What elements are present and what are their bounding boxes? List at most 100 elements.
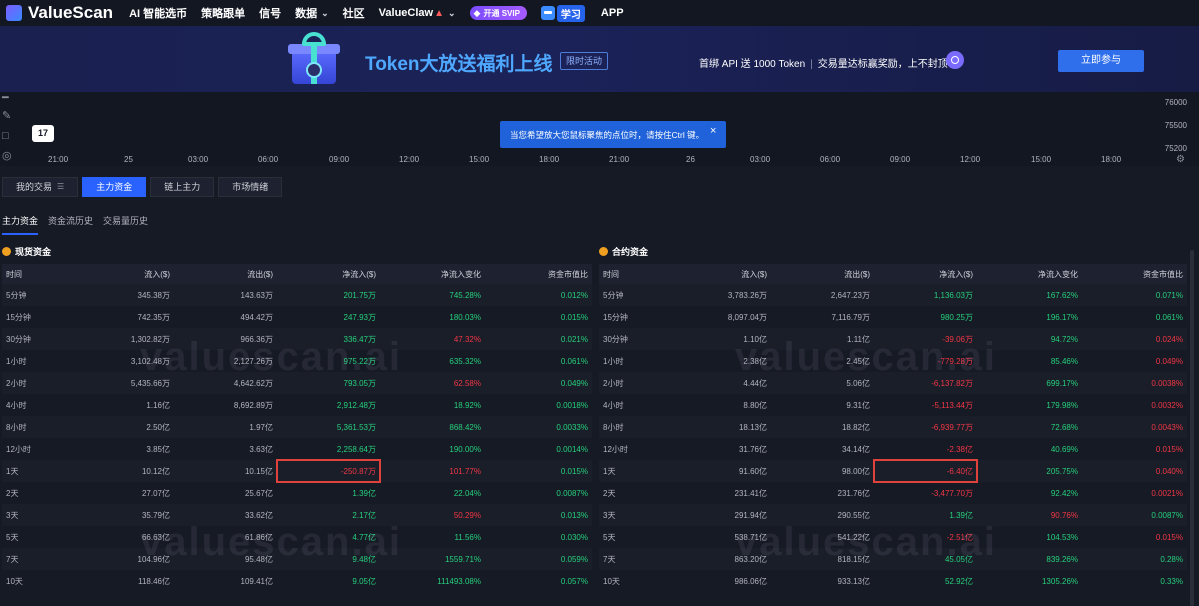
banner-text-1: 首绑 API 送 1000 Token xyxy=(699,59,806,70)
table-cell: 5,361.53万 xyxy=(277,416,380,438)
table-row: 1小时 3,102.48万 2,127.26万 975.22万 635.32% 0.061… xyxy=(2,350,592,372)
table-cell: 8小时 xyxy=(2,416,72,438)
column-header[interactable]: 净流入变化 xyxy=(977,264,1082,284)
menu-icon: ☰ xyxy=(57,182,65,191)
table-cell: 2小时 xyxy=(599,372,669,394)
nav-signal[interactable]: 信号 xyxy=(259,5,281,21)
banner-tag: 限时活动 xyxy=(560,52,609,70)
logo[interactable]: ValueScan xyxy=(6,3,113,23)
nav-valueclaw[interactable]: ValueClaw ▲ ⌄ xyxy=(379,7,456,19)
chevron-down-icon: ⌄ xyxy=(321,7,329,18)
banner-text-2: 交易量达标赢奖励，上不封顶 xyxy=(817,59,948,70)
table-cell: 0.012% xyxy=(485,284,592,306)
scrollbar[interactable] xyxy=(1190,250,1194,606)
table-cell: 839.26% xyxy=(977,548,1082,570)
join-button[interactable]: 立即参与 xyxy=(1058,50,1144,72)
table-row: 4小时 8.80亿 9.31亿 -5,113.44万 179.98% 0.0032% xyxy=(599,394,1187,416)
nav-app[interactable]: APP xyxy=(601,7,624,19)
table-cell: 0.021% xyxy=(485,328,592,350)
subtab-main-funds[interactable]: 主力资金 xyxy=(2,214,39,235)
table-cell: 143.63万 xyxy=(174,284,277,306)
table-row: 5分钟 3,783.26万 2,647.23万 1,136.03万 167.62% 0.0… xyxy=(599,284,1187,306)
table-cell: 33.62亿 xyxy=(174,504,277,526)
bitcoin-icon xyxy=(2,246,11,256)
tradingview-logo: 17 xyxy=(32,125,54,142)
column-header[interactable]: 资金市值比 xyxy=(485,264,592,284)
futures-funds-title: 合约资金 xyxy=(599,244,1187,258)
nav-data[interactable]: 数据 ⌄ xyxy=(295,5,329,21)
table-cell: 247.93万 xyxy=(277,306,380,328)
column-header[interactable]: 净流入($) xyxy=(277,264,380,284)
svip-button[interactable]: ◆ 开通 SVIP xyxy=(469,6,527,20)
nav-ai-select[interactable]: AI 智能选币 xyxy=(129,5,187,21)
table-row: 3天 291.94亿 290.55亿 1.39亿 90.76% 0.0087% xyxy=(599,504,1187,526)
eye-icon[interactable]: ◎ xyxy=(2,150,14,162)
price-chart[interactable]: ━ ✎ □ ◎ 17 76000 75500 75200 21:00 25 03… xyxy=(0,92,1199,166)
table-cell: 98.00亿 xyxy=(771,460,874,482)
lock-icon[interactable]: □ xyxy=(2,130,14,142)
table-cell: 111493.08% xyxy=(380,570,485,592)
tab-main-funds[interactable]: 主力资金 xyxy=(82,177,147,197)
table-cell: 167.62% xyxy=(977,284,1082,306)
table-cell: 745.28% xyxy=(380,284,485,306)
time-label: 09:00 xyxy=(890,155,911,164)
table-cell: 1.39亿 xyxy=(277,482,380,504)
table-cell: 10天 xyxy=(2,570,72,592)
table-cell: -250.87万 xyxy=(276,459,381,483)
nav-strategy-follow[interactable]: 策略跟单 xyxy=(201,5,245,21)
table-cell: 4小时 xyxy=(2,394,72,416)
table-cell: 2天 xyxy=(2,482,72,504)
column-header[interactable]: 流出($) xyxy=(174,264,277,284)
column-header[interactable]: 资金市值比 xyxy=(1082,264,1187,284)
flame-icon: ▲ xyxy=(434,7,444,19)
table-cell: 205.75% xyxy=(977,460,1082,482)
column-header[interactable]: 净流入($) xyxy=(874,264,977,284)
column-header[interactable]: 净流入变化 xyxy=(380,264,485,284)
close-icon[interactable]: × xyxy=(710,125,716,137)
gear-icon[interactable]: ⚙ xyxy=(1176,154,1185,165)
table-cell: 7,116.79万 xyxy=(771,306,874,328)
table-cell: 0.0087% xyxy=(1082,504,1187,526)
tab-market-sentiment[interactable]: 市场情绪 xyxy=(218,177,283,197)
subtab-volume-history[interactable]: 交易量历史 xyxy=(103,214,148,235)
table-cell: 0.0018% xyxy=(485,394,592,416)
table-cell: 5分钟 xyxy=(2,284,72,306)
table-cell: 231.41亿 xyxy=(669,482,771,504)
column-header[interactable]: 流入($) xyxy=(669,264,771,284)
promo-banner[interactable]: Token大放送福利上线 限时活动 首绑 API 送 1000 Token | 交易… xyxy=(0,26,1199,92)
table-cell: 0.015% xyxy=(485,306,592,328)
table-row: 7天 863.20亿 818.15亿 45.05亿 839.26% 0.28% xyxy=(599,548,1187,570)
table-cell: 8,097.04万 xyxy=(669,306,771,328)
time-label: 25 xyxy=(124,155,133,164)
time-label: 18:00 xyxy=(1101,155,1122,164)
logo-text: ValueScan xyxy=(28,3,114,22)
table-cell: 27.07亿 xyxy=(72,482,174,504)
table-cell: 1.10亿 xyxy=(669,328,771,350)
table-cell: 2,258.64万 xyxy=(277,438,380,460)
learn-button[interactable]: 学习 xyxy=(540,4,585,22)
table-cell: 345.38万 xyxy=(72,284,174,306)
table-cell: 2,647.23万 xyxy=(771,284,874,306)
futures-funds-table: 时间 流入($) 流出($) 净流入($) 净流入变化 资金市值比 5分钟 3,783.26… xyxy=(599,264,1187,592)
ruler-icon[interactable]: ━ xyxy=(2,92,14,104)
time-label: 03:00 xyxy=(750,155,771,164)
column-header[interactable]: 流出($) xyxy=(771,264,874,284)
table-cell: 66.63亿 xyxy=(72,526,174,548)
subtab-flow-history[interactable]: 资金流历史 xyxy=(48,214,93,235)
table-cell: 2小时 xyxy=(2,372,72,394)
time-label: 21:00 xyxy=(609,155,630,164)
table-cell: 3天 xyxy=(2,504,72,526)
nav-community[interactable]: 社区 xyxy=(343,5,365,21)
time-label: 03:00 xyxy=(188,155,209,164)
table-cell: 52.92亿 xyxy=(874,570,977,592)
column-header[interactable]: 流入($) xyxy=(72,264,174,284)
table-cell: 18.13亿 xyxy=(669,416,771,438)
table-cell: 0.0032% xyxy=(1082,394,1187,416)
table-cell: 966.36万 xyxy=(174,328,277,350)
pencil-icon[interactable]: ✎ xyxy=(2,110,14,122)
chart-toolbar: ━ ✎ □ ◎ xyxy=(0,92,20,166)
tab-my-trades[interactable]: 我的交易 ☰ xyxy=(2,177,79,197)
tab-onchain-funds[interactable]: 链上主力 xyxy=(150,177,215,197)
table-cell: 92.42% xyxy=(977,482,1082,504)
table-cell: 35.79亿 xyxy=(72,504,174,526)
